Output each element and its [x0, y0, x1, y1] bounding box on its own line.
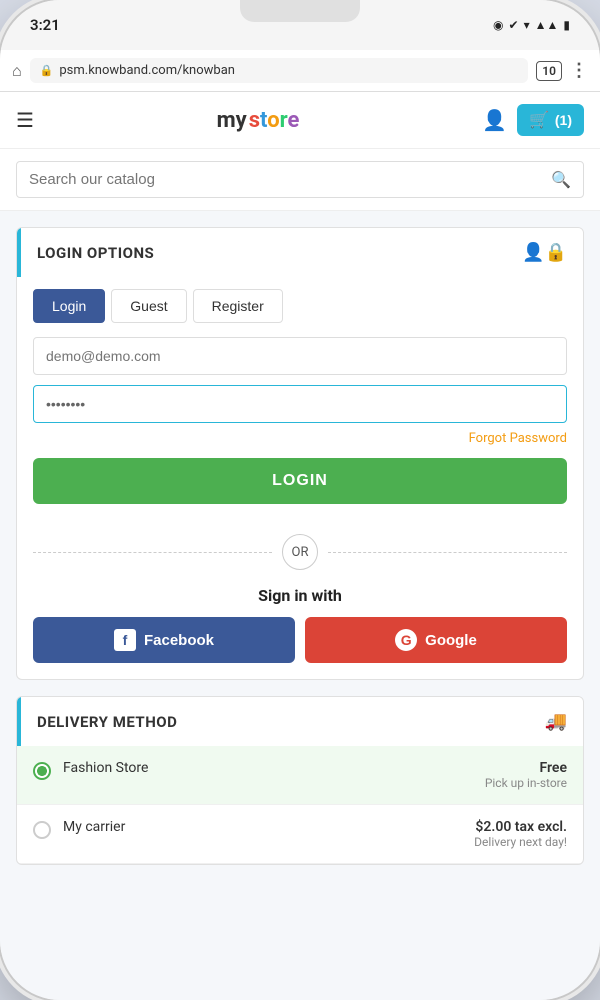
wifi-icon: ▾ — [524, 18, 530, 32]
page-content: ☰ my store 👤 🛒 (1) 🔍 — [0, 92, 600, 1000]
or-badge: OR — [282, 534, 318, 570]
delivery-info-1: My carrier — [63, 819, 474, 835]
main-area: LOGIN OPTIONS 👤🔒 Login Guest Register Fo… — [0, 211, 600, 881]
login-card-header: LOGIN OPTIONS 👤🔒 — [17, 228, 583, 277]
lock-icon: 🔒 — [40, 64, 54, 77]
login-form: Forgot Password LOGIN — [17, 323, 583, 518]
header-right: 👤 🛒 (1) — [482, 104, 584, 136]
url-text: psm.knowband.com/knowban — [59, 63, 518, 78]
radio-selected[interactable] — [33, 762, 51, 780]
tab-guest[interactable]: Guest — [111, 289, 186, 323]
status-icons: ◉ ✔ ▾ ▲▲ ▮ — [493, 18, 570, 32]
delivery-info-0: Fashion Store — [63, 760, 485, 776]
tab-login[interactable]: Login — [33, 289, 105, 323]
facebook-label: Facebook — [144, 632, 214, 649]
login-button[interactable]: LOGIN — [33, 458, 567, 504]
google-login-button[interactable]: G Google — [305, 617, 567, 663]
home-icon[interactable]: ⌂ — [12, 61, 22, 81]
logo: my store — [217, 108, 300, 133]
facebook-icon: f — [114, 629, 136, 651]
login-card: LOGIN OPTIONS 👤🔒 Login Guest Register Fo… — [16, 227, 584, 680]
delivery-option-0[interactable]: Fashion Store Free Pick up in-store — [17, 746, 583, 805]
delivery-card-header: DELIVERY METHOD 🚚 — [17, 697, 583, 746]
forgot-password-link[interactable]: Forgot Password — [33, 427, 567, 446]
user-icon[interactable]: 👤 — [482, 108, 507, 132]
radio-unselected[interactable] — [33, 821, 51, 839]
notch — [240, 0, 360, 22]
google-icon: G — [395, 629, 417, 651]
price-main-1: $2.00 tax excl. — [474, 819, 567, 835]
app-header: ☰ my store 👤 🛒 (1) — [0, 92, 600, 149]
user-lock-icon: 👤🔒 — [522, 242, 567, 263]
login-options-title: LOGIN OPTIONS — [37, 244, 154, 262]
price-sub-0: Pick up in-store — [485, 776, 567, 790]
forgot-password-anchor[interactable]: Forgot Password — [469, 431, 567, 446]
search-icon: 🔍 — [551, 170, 571, 189]
url-bar[interactable]: 🔒 psm.knowband.com/knowban — [30, 58, 529, 83]
social-buttons: f Facebook G Google — [33, 617, 567, 663]
phone-frame: 3:21 ◉ ✔ ▾ ▲▲ ▮ ⌂ 🔒 psm.knowband.com/kno… — [0, 0, 600, 1000]
tab-register[interactable]: Register — [193, 289, 283, 323]
cart-button[interactable]: 🛒 (1) — [517, 104, 584, 136]
delivery-card: DELIVERY METHOD 🚚 Fashion Store Free Pic… — [16, 696, 584, 865]
delivery-name-1: My carrier — [63, 819, 474, 835]
delivery-title: DELIVERY METHOD — [37, 713, 177, 731]
location-icon: ◉ — [493, 18, 503, 32]
or-divider: OR — [17, 534, 583, 570]
sign-in-with-label: Sign in with — [33, 586, 567, 605]
password-input[interactable] — [33, 385, 567, 423]
battery-icon: ▮ — [563, 18, 570, 32]
cart-icon: 🛒 — [529, 110, 549, 130]
email-input[interactable] — [33, 337, 567, 375]
social-section: Sign in with f Facebook G Google — [17, 586, 583, 679]
price-sub-1: Delivery next day! — [474, 835, 567, 849]
search-input[interactable] — [29, 171, 551, 188]
delivery-name-0: Fashion Store — [63, 760, 485, 776]
check-icon: ✔ — [509, 18, 519, 32]
delivery-price-1: $2.00 tax excl. Delivery next day! — [474, 819, 567, 849]
browser-menu-icon[interactable]: ⋮ — [570, 60, 588, 81]
logo-text-store: store — [249, 108, 300, 133]
delivery-price-0: Free Pick up in-store — [485, 760, 567, 790]
delivery-truck-icon: 🚚 — [545, 711, 567, 732]
tab-count[interactable]: 10 — [536, 61, 562, 81]
delivery-option-1[interactable]: My carrier $2.00 tax excl. Delivery next… — [17, 805, 583, 864]
browser-bar: ⌂ 🔒 psm.knowband.com/knowban 10 ⋮ — [0, 50, 600, 92]
cart-count: (1) — [555, 112, 572, 128]
search-container: 🔍 — [0, 149, 600, 211]
google-label: Google — [425, 632, 477, 649]
search-bar[interactable]: 🔍 — [16, 161, 584, 198]
or-line-left — [33, 552, 272, 553]
logo-text-my: my — [217, 108, 247, 133]
or-line-right — [328, 552, 567, 553]
facebook-login-button[interactable]: f Facebook — [33, 617, 295, 663]
signal-icon: ▲▲ — [535, 18, 559, 32]
status-time: 3:21 — [30, 16, 60, 34]
price-main-0: Free — [485, 760, 567, 776]
login-tabs: Login Guest Register — [17, 277, 583, 323]
menu-icon[interactable]: ☰ — [16, 108, 34, 132]
